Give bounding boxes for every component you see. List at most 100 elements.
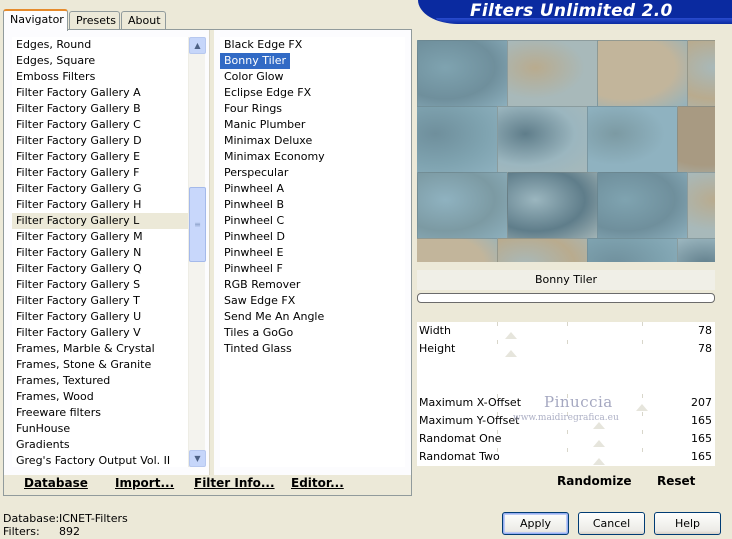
status-area: Database:ICNET-Filters Filters: 892	[3, 512, 128, 538]
filter-item[interactable]: Pinwheel E	[220, 245, 283, 261]
slider-thumb[interactable]	[593, 458, 606, 465]
randomize-button[interactable]: Randomize	[557, 474, 631, 488]
scroll-down-button[interactable]: ▼	[189, 450, 206, 467]
category-item[interactable]: Filter Factory Gallery F	[12, 165, 192, 181]
filter-row: Bonny Tiler	[220, 53, 405, 69]
database-value: ICNET-Filters	[59, 512, 128, 525]
slider-tick-mark	[567, 340, 568, 344]
filter-item[interactable]: Color Glow	[220, 69, 284, 85]
slider-row[interactable]: Width 78	[417, 322, 715, 340]
category-item[interactable]: Filter Factory Gallery E	[12, 149, 192, 165]
category-item[interactable]: Filter Factory Gallery N	[12, 245, 192, 261]
slider-thumb[interactable]	[593, 422, 606, 429]
filter-item[interactable]: Minimax Deluxe	[220, 133, 312, 149]
slider-label: Height	[419, 342, 456, 355]
filter-item[interactable]: Manic Plumber	[220, 117, 305, 133]
slider-row[interactable]: Randomat One 165	[417, 430, 715, 448]
category-item[interactable]: Filter Factory Gallery S	[12, 277, 192, 293]
category-item[interactable]: Filter Factory Gallery H	[12, 197, 192, 213]
slider-tick-mark	[642, 448, 643, 452]
preview-image	[417, 40, 715, 262]
tab-presets[interactable]: Presets	[69, 11, 120, 30]
category-item[interactable]: Frames, Stone & Granite	[12, 357, 192, 373]
filter-item[interactable]: Pinwheel B	[220, 197, 284, 213]
category-item[interactable]: Filter Factory Gallery Q	[12, 261, 192, 277]
filter-item[interactable]: Tiles a GoGo	[220, 325, 293, 341]
category-item[interactable]: FunHouse	[12, 421, 192, 437]
category-item[interactable]: Frames, Textured	[12, 373, 192, 389]
filter-item[interactable]: RGB Remover	[220, 277, 300, 293]
filter-item[interactable]: Saw Edge FX	[220, 293, 295, 309]
list-splitter[interactable]	[209, 30, 214, 475]
chevron-down-icon: ▼	[194, 454, 201, 463]
editor-button[interactable]: Editor...	[291, 476, 344, 490]
database-label: Database:	[3, 512, 60, 525]
tab-navigator[interactable]: Navigator	[3, 9, 68, 31]
slider-row[interactable]: Randomat Two 165	[417, 448, 715, 466]
slider-label: Width	[419, 324, 451, 337]
scroll-up-button[interactable]: ▲	[189, 37, 206, 54]
apply-button[interactable]: Apply	[502, 512, 569, 535]
slider-value: 165	[691, 432, 712, 445]
database-button[interactable]: Database	[24, 476, 88, 490]
filter-row: Minimax Economy	[220, 149, 405, 165]
reset-button[interactable]: Reset	[657, 474, 695, 488]
filter-info-button[interactable]: Filter Info...	[194, 476, 275, 490]
filters-label: Filters:	[3, 525, 40, 538]
filter-item[interactable]: Pinwheel C	[220, 213, 284, 229]
filter-row: Pinwheel A	[220, 181, 405, 197]
slider-value: 207	[691, 396, 712, 409]
filter-item[interactable]: Send Me An Angle	[220, 309, 324, 325]
slider-thumb[interactable]	[593, 440, 606, 447]
slider-thumb[interactable]	[636, 404, 649, 411]
filter-row: Saw Edge FX	[220, 293, 405, 309]
category-item[interactable]: Freeware filters	[12, 405, 192, 421]
category-item[interactable]: Filter Factory Gallery T	[12, 293, 192, 309]
slider-label: Maximum X-Offset	[419, 396, 522, 409]
filter-item[interactable]: Pinwheel F	[220, 261, 283, 277]
filter-item[interactable]: Pinwheel A	[220, 181, 284, 197]
category-item[interactable]: Frames, Marble & Crystal	[12, 341, 192, 357]
tab-about[interactable]: About	[121, 11, 166, 30]
category-item[interactable]: Filter Factory Gallery U	[12, 309, 192, 325]
category-item[interactable]: Gradients	[12, 437, 192, 453]
scroll-thumb[interactable]: ≡	[189, 187, 206, 262]
filter-item[interactable]: Tinted Glass	[220, 341, 292, 357]
category-item[interactable]: Edges, Square	[12, 53, 192, 69]
category-list[interactable]: Edges, Round Edges, Square Emboss Filters F…	[12, 37, 192, 467]
slider-tick-mark	[642, 394, 643, 398]
filter-item[interactable]: Pinwheel D	[220, 229, 285, 245]
slider-row[interactable]: Height 78	[417, 340, 715, 358]
category-item[interactable]: Filter Factory Gallery A	[12, 85, 192, 101]
category-scrollbar[interactable]: ▲ ≡ ▼	[188, 37, 206, 467]
preview-tile	[417, 172, 509, 240]
filter-item[interactable]: Four Rings	[220, 101, 282, 117]
filters-count: 892	[59, 525, 80, 538]
slider-thumb[interactable]	[504, 332, 517, 339]
help-button[interactable]: Help	[654, 512, 721, 535]
category-item[interactable]: Frames, Wood	[12, 389, 192, 405]
preview-tile	[677, 238, 715, 262]
category-item[interactable]: Emboss Filters	[12, 69, 192, 85]
filter-row: Minimax Deluxe	[220, 133, 405, 149]
filter-item[interactable]: Black Edge FX	[220, 37, 302, 53]
category-item[interactable]: Filter Factory Gallery C	[12, 117, 192, 133]
category-item[interactable]: Filter Factory Gallery D	[12, 133, 192, 149]
filter-item[interactable]: Perspecular	[220, 165, 288, 181]
import-button[interactable]: Import...	[115, 476, 174, 490]
preview-tile	[597, 172, 689, 240]
preview-tile	[677, 106, 715, 174]
filter-item[interactable]: Bonny Tiler	[220, 53, 291, 69]
category-item[interactable]: Edges, Round	[12, 37, 192, 53]
slider-thumb[interactable]	[504, 350, 517, 357]
category-item[interactable]: Filter Factory Gallery V	[12, 325, 192, 341]
category-item[interactable]: Greg's Factory Output Vol. II	[12, 453, 192, 467]
category-item[interactable]: Filter Factory Gallery L	[12, 213, 192, 229]
category-item[interactable]: Filter Factory Gallery G	[12, 181, 192, 197]
category-item[interactable]: Filter Factory Gallery B	[12, 101, 192, 117]
category-item[interactable]: Filter Factory Gallery M	[12, 229, 192, 245]
filter-list[interactable]: Black Edge FX Bonny Tiler Color Glow Eclips…	[220, 37, 405, 467]
filter-item[interactable]: Eclipse Edge FX	[220, 85, 311, 101]
cancel-button[interactable]: Cancel	[578, 512, 645, 535]
filter-item[interactable]: Minimax Economy	[220, 149, 325, 165]
